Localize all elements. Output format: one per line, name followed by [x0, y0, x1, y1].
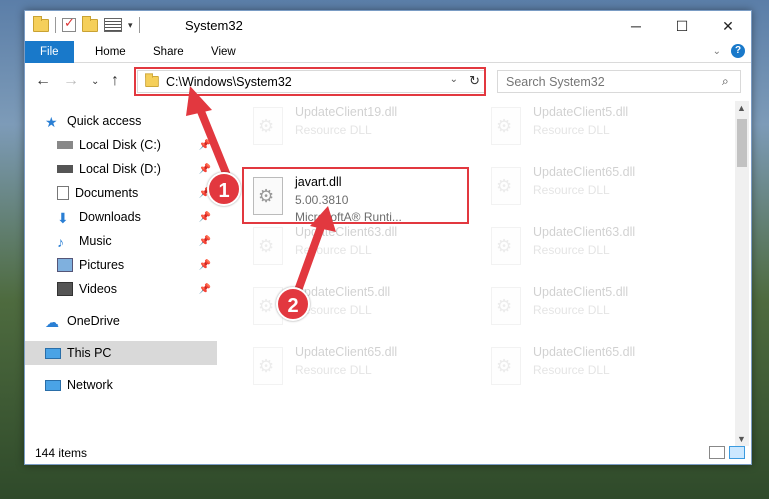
annotation-arrows [186, 86, 336, 300]
arrow-2-head [310, 206, 336, 232]
arrow-1-head [186, 86, 212, 116]
step-marker-1: 1 [207, 172, 241, 206]
arrow-2-shaft [292, 220, 326, 300]
step-marker-2: 2 [276, 287, 310, 321]
